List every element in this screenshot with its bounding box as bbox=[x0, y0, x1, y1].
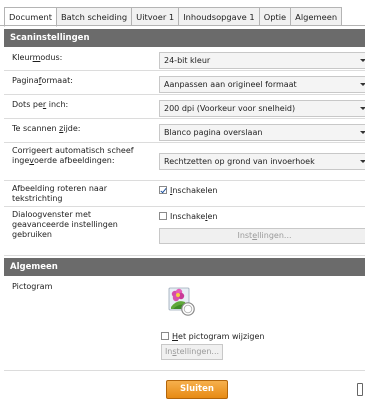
dpi-select[interactable]: 200 dpi (Voorkeur voor snelheid) bbox=[159, 100, 365, 117]
color-mode-label: Kleurmodus: bbox=[12, 53, 63, 62]
chevron-down-icon bbox=[360, 160, 365, 163]
checkbox-icon bbox=[161, 332, 169, 340]
general-header: Algemeen bbox=[4, 258, 365, 276]
deskew-value: Rechtzetten op grond van invoerhoek bbox=[164, 157, 315, 166]
advanced-settings-button[interactable]: Instellingen... bbox=[159, 228, 365, 244]
tab-inhoudsopgave-1[interactable]: Inhoudsopgave 1 bbox=[179, 7, 260, 26]
rotate-checkbox-label: Inschakelen bbox=[170, 185, 218, 195]
flower-icon bbox=[168, 287, 195, 316]
page-format-label: Paginaformaat: bbox=[12, 76, 73, 85]
deskew-row: Corrigeert automatisch scheef ingevoerde… bbox=[4, 143, 365, 181]
color-mode-value: 24-bit kleur bbox=[164, 56, 211, 65]
change-pictogram-checkbox[interactable]: Het pictogram wijzigen bbox=[161, 330, 264, 342]
page-format-value: Aanpassen aan origineel formaat bbox=[164, 80, 297, 89]
advanced-dialog-label: Dialoogvenster met geavanceerde instelli… bbox=[12, 210, 118, 239]
checkbox-checked-icon bbox=[159, 186, 167, 194]
color-mode-select[interactable]: 24-bit kleur bbox=[159, 52, 365, 69]
rotate-checkbox[interactable]: Inschakelen bbox=[159, 184, 217, 196]
footer-divider bbox=[4, 370, 365, 371]
scan-side-select[interactable]: Blanco pagina overslaan bbox=[159, 124, 365, 141]
scan-settings-header: Scaninstellingen bbox=[4, 29, 365, 47]
tab-bar-divider bbox=[0, 25, 365, 26]
tab-batch-scheiding[interactable]: Batch scheiding bbox=[56, 7, 133, 26]
scan-side-value: Blanco pagina overslaan bbox=[164, 128, 263, 137]
rotate-label: Afbeelding roteren naar tekstrichting bbox=[12, 184, 108, 203]
dpi-value: 200 dpi (Voorkeur voor snelheid) bbox=[164, 104, 296, 113]
tab-document[interactable]: Document bbox=[4, 7, 57, 27]
dpi-label: Dots per inch: bbox=[12, 100, 69, 109]
deskew-select[interactable]: Rechtzetten op grond van invoerhoek bbox=[159, 153, 365, 170]
chevron-down-icon bbox=[360, 107, 365, 110]
tab-optie[interactable]: Optie bbox=[259, 7, 292, 26]
dpi-row: Dots per inch: 200 dpi (Voorkeur voor sn… bbox=[4, 95, 365, 119]
chevron-down-icon bbox=[360, 131, 365, 134]
checkbox-icon bbox=[159, 212, 167, 220]
scan-side-label: Te scannen zijde: bbox=[12, 124, 81, 133]
pictogram-settings-button[interactable]: Instellingen... bbox=[161, 344, 223, 360]
chevron-down-icon bbox=[360, 59, 365, 62]
change-pictogram-checkbox-label: Het pictogram wijzigen bbox=[172, 331, 265, 341]
deskew-label: Corrigeert automatisch scheef ingevoerde… bbox=[12, 146, 134, 165]
tab-algemeen[interactable]: Algemeen bbox=[291, 7, 343, 26]
tab-uitvoer-1[interactable]: Uitvoer 1 bbox=[132, 7, 180, 26]
advanced-dialog-row: Dialoogvenster met geavanceerde instelli… bbox=[4, 207, 365, 256]
tab-strip: Document Batch scheiding Uitvoer 1 Inhou… bbox=[4, 7, 343, 27]
advanced-dialog-checkbox[interactable]: Inschakelen bbox=[159, 210, 217, 222]
page-format-row: Paginaformaat: Aanpassen aan origineel f… bbox=[4, 71, 365, 95]
tab-bar: Document Batch scheiding Uitvoer 1 Inhou… bbox=[0, 0, 365, 27]
color-mode-row: Kleurmodus: 24-bit kleur bbox=[4, 47, 365, 71]
close-button[interactable]: Sluiten bbox=[166, 380, 228, 399]
page-format-select[interactable]: Aanpassen aan origineel formaat bbox=[159, 76, 365, 93]
document-icon bbox=[357, 383, 363, 396]
pictogram-label: Pictogram bbox=[12, 282, 53, 291]
advanced-dialog-checkbox-label: Inschakelen bbox=[170, 211, 218, 221]
scan-side-row: Te scannen zijde: Blanco pagina overslaa… bbox=[4, 119, 365, 143]
chevron-down-icon bbox=[360, 83, 365, 86]
rotate-row: Afbeelding roteren naar tekstrichting In… bbox=[4, 181, 365, 207]
